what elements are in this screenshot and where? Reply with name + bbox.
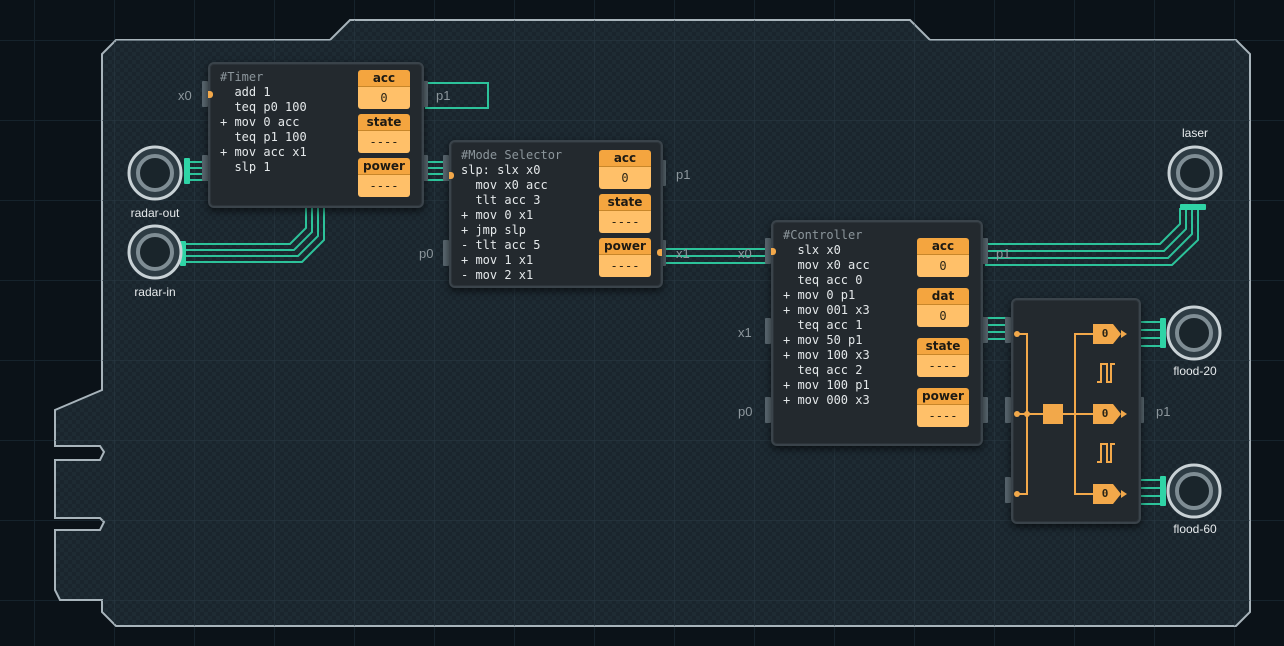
code-line: add 1 xyxy=(220,85,271,99)
radar-out-device xyxy=(127,145,183,201)
code-line: + mov 0 p1 xyxy=(783,288,856,302)
mode-selector-chip[interactable]: #Mode Selector slp: slx x0 mov x0 acc tl… xyxy=(449,140,663,288)
code-line: teq acc 1 xyxy=(783,318,863,332)
register-value: 0 xyxy=(599,166,651,189)
code-line: - mov 2 x1 xyxy=(461,268,534,282)
controller-x1-label: x1 xyxy=(738,325,752,340)
register-label: power xyxy=(358,158,410,174)
register-value: 0 xyxy=(917,254,969,277)
register-value: ---- xyxy=(917,354,969,377)
radar-in-device xyxy=(127,224,183,280)
controller-acc-register: acc 0 xyxy=(917,238,969,277)
laser-device xyxy=(1167,145,1223,201)
flood-60-label: flood-60 xyxy=(1173,522,1217,536)
timer-code[interactable]: #Timer add 1 teq p0 100 + mov 0 acc teq … xyxy=(220,70,307,175)
splitter-core-icon xyxy=(1043,404,1063,424)
register-label: power xyxy=(599,238,651,254)
controller-code[interactable]: #Controller slx x0 mov x0 acc teq acc 0 … xyxy=(783,228,870,408)
register-value: ---- xyxy=(599,210,651,233)
code-line: teq p0 100 xyxy=(220,100,307,114)
mode-state-register: state ---- xyxy=(599,194,651,233)
controller-p0-label: p0 xyxy=(738,404,753,419)
register-label: state xyxy=(917,338,969,354)
controller-x0-label: x0 xyxy=(738,246,752,261)
code-line: + mov 50 p1 xyxy=(783,333,863,347)
timer-state-register: state ---- xyxy=(358,114,410,153)
code-line: #Timer xyxy=(220,70,264,84)
code-line: teq p1 100 xyxy=(220,130,307,144)
splitter-logic xyxy=(1014,324,1127,504)
mode-p0-label: p0 xyxy=(419,246,434,261)
register-label: acc xyxy=(358,70,410,86)
gate-value-top: 0 xyxy=(1101,327,1109,340)
code-line: slp: slx x0 xyxy=(461,163,541,177)
code-line: + jmp slp xyxy=(461,223,527,237)
mode-selector-code[interactable]: #Mode Selector slp: slx x0 mov x0 acc tl… xyxy=(461,148,562,283)
code-line: + mov 100 p1 xyxy=(783,378,870,392)
code-line: tlt acc 3 xyxy=(461,193,541,207)
mode-p1-label: p1 xyxy=(676,167,691,182)
laser-label: laser xyxy=(1181,126,1208,140)
code-line: + mov 001 x3 xyxy=(783,303,870,317)
code-line: - tlt acc 5 xyxy=(461,238,541,252)
splitter-chip[interactable]: 0 0 0 xyxy=(1011,298,1141,524)
splitter-p1-label: p1 xyxy=(1156,404,1171,419)
mode-signal-dot xyxy=(449,172,454,179)
register-value: 0 xyxy=(358,86,410,109)
code-line: #Mode Selector xyxy=(461,148,563,162)
timer-power-register: power ---- xyxy=(358,158,410,197)
code-line: + mov 1 x1 xyxy=(461,253,534,267)
code-line: #Controller xyxy=(783,228,863,242)
register-label: acc xyxy=(917,238,969,254)
mode-power-register: power ---- xyxy=(599,238,651,277)
code-line: + mov 000 x3 xyxy=(783,393,870,407)
register-value: 0 xyxy=(917,304,969,327)
timer-x0-label: x0 xyxy=(178,88,192,103)
timer-chip[interactable]: #Timer add 1 teq p0 100 + mov 0 acc teq … xyxy=(208,62,424,208)
code-line: slx x0 xyxy=(783,243,841,257)
register-label: acc xyxy=(599,150,651,166)
code-line: mov x0 acc xyxy=(783,258,870,272)
flood-20-device xyxy=(1166,305,1222,361)
code-line: teq acc 0 xyxy=(783,273,863,287)
timer-p1-label: p1 xyxy=(436,88,451,103)
flood-60-device xyxy=(1166,463,1222,519)
code-line: slp 1 xyxy=(220,160,271,174)
controller-power-register: power ---- xyxy=(917,388,969,427)
register-label: state xyxy=(599,194,651,210)
register-label: dat xyxy=(917,288,969,304)
controller-p1-label: p1 xyxy=(996,246,1011,261)
code-line: + mov 0 acc xyxy=(220,115,300,129)
register-value: ---- xyxy=(599,254,651,277)
register-label: state xyxy=(358,114,410,130)
radar-out-label: radar-out xyxy=(130,206,180,220)
code-line: + mov 100 x3 xyxy=(783,348,870,362)
controller-signal-dot xyxy=(771,248,776,255)
code-line: + mov 0 x1 xyxy=(461,208,534,222)
register-value: ---- xyxy=(358,174,410,197)
timer-acc-register: acc 0 xyxy=(358,70,410,109)
register-value: ---- xyxy=(917,404,969,427)
gate-value-mid: 0 xyxy=(1101,407,1109,420)
mode-output-dot xyxy=(657,249,662,256)
code-line: teq acc 2 xyxy=(783,363,863,377)
register-label: power xyxy=(917,388,969,404)
mode-x1-label: x1 xyxy=(676,246,690,261)
register-value: ---- xyxy=(358,130,410,153)
controller-state-register: state ---- xyxy=(917,338,969,377)
code-line: mov x0 acc xyxy=(461,178,548,192)
mode-acc-register: acc 0 xyxy=(599,150,651,189)
radar-in-label: radar-in xyxy=(134,285,176,299)
gate-value-bottom: 0 xyxy=(1101,487,1109,500)
code-line: + mov acc x1 xyxy=(220,145,307,159)
controller-chip[interactable]: #Controller slx x0 mov x0 acc teq acc 0 … xyxy=(771,220,983,446)
controller-dat-register: dat 0 xyxy=(917,288,969,327)
flood-20-label: flood-20 xyxy=(1173,364,1217,378)
timer-signal-dot xyxy=(208,91,213,98)
